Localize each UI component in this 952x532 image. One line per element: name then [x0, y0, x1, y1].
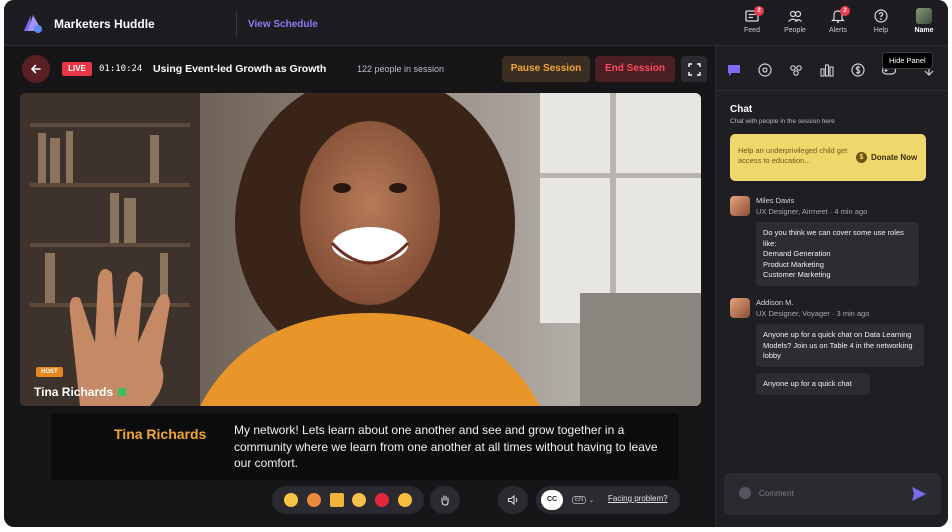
live-badge: LIVE: [62, 62, 92, 76]
dollar-icon: [851, 63, 865, 77]
fullscreen-button[interactable]: [681, 56, 707, 82]
chat-composer[interactable]: Comment: [724, 473, 941, 515]
nav-alerts[interactable]: 2 Alerts: [818, 6, 858, 34]
video-stage[interactable]: HOST Tina Richards: [20, 93, 701, 406]
nav-profile[interactable]: Name: [904, 8, 944, 34]
caption-text: My network! Lets learn about one another…: [234, 423, 658, 470]
back-button[interactable]: [22, 55, 50, 83]
thumbs-up-emoji-icon[interactable]: [352, 493, 367, 507]
app-logo: [24, 15, 42, 33]
pause-session-button[interactable]: Pause Session: [502, 56, 590, 82]
people-group-icon: [790, 65, 802, 76]
session-timer: 01:10:24: [99, 64, 143, 74]
help-icon: [874, 9, 888, 23]
alerts-badge: 2: [840, 6, 850, 16]
nav-alerts-label: Alerts: [829, 27, 847, 34]
tab-polls[interactable]: [819, 62, 837, 78]
nav-help-label: Help: [873, 27, 889, 34]
language-select[interactable]: EN ⌄: [572, 492, 602, 508]
top-bar: Marketers Huddle View Schedule 2 Feed Pe…: [4, 0, 948, 46]
coin-icon: $: [856, 152, 867, 163]
chat-heading: Chat: [730, 104, 753, 115]
nav-help[interactable]: Help: [861, 8, 901, 34]
facing-problem-link[interactable]: Facing problem?: [608, 494, 668, 503]
raise-hand-button[interactable]: [430, 486, 460, 514]
donate-now-button[interactable]: $ Donate Now: [856, 152, 917, 163]
emoji-icon[interactable]: [739, 487, 751, 499]
message-author: Miles Davis: [756, 196, 795, 205]
live-caption-box: Tina Richards My network! Lets learn abo…: [51, 413, 679, 480]
chevron-down-icon: ⌄: [588, 497, 595, 504]
fullscreen-icon: [687, 62, 701, 76]
reaction-bar: [272, 486, 424, 514]
poll-icon: [820, 64, 834, 77]
chat-subheading: Chat with people in the session here: [730, 118, 835, 125]
tab-qna[interactable]: [757, 62, 775, 78]
nav-feed[interactable]: 2 Feed: [732, 6, 772, 34]
host-name: Tina Richards: [34, 385, 114, 399]
trophy-emoji-icon[interactable]: [329, 493, 344, 507]
divider: [236, 12, 237, 36]
message-bubble: Do you think we can cover some use roles…: [756, 222, 919, 286]
chat-icon: [728, 65, 740, 76]
host-name-label: Tina Richards: [34, 385, 127, 399]
comment-input[interactable]: Comment: [759, 489, 794, 498]
caption-speaker: Tina Richards: [114, 426, 207, 442]
message-bubble: Anyone up for a quick chat: [756, 373, 870, 395]
heart-emoji-icon[interactable]: [374, 493, 389, 507]
message-bubble: Anyone up for a quick chat on Data Learn…: [756, 324, 924, 367]
brand-name: Marketers Huddle: [54, 17, 155, 31]
side-panel: Chat Chat with people in the session her…: [715, 46, 948, 527]
arrow-left-icon: [31, 64, 41, 74]
speaker-icon: [507, 494, 518, 506]
host-tag: HOST: [36, 367, 63, 377]
people-icon: [788, 10, 802, 22]
nav-feed-label: Feed: [744, 27, 760, 34]
caption-controls: CC EN ⌄ Facing problem?: [536, 486, 680, 514]
tab-chat[interactable]: [726, 62, 744, 78]
message-meta: UX Designer, Airmeet · 4 min ago: [756, 207, 868, 216]
mic-on-icon: [118, 388, 127, 396]
feed-badge: 2: [754, 6, 764, 16]
avatar: [730, 298, 750, 318]
hide-panel-tooltip: Hide Panel: [882, 52, 933, 69]
hand-icon: [441, 495, 449, 506]
qna-icon: [758, 63, 772, 77]
app-window: Marketers Huddle View Schedule 2 Feed Pe…: [4, 0, 948, 527]
donation-text: Help an underprivileged child get access…: [738, 146, 848, 165]
message-author: Addison M.: [756, 298, 794, 307]
donate-now-label: Donate Now: [871, 153, 918, 162]
party-emoji-icon[interactable]: [306, 493, 321, 507]
tab-donate[interactable]: [850, 62, 868, 78]
session-title: Using Event-led Growth as Growth: [153, 63, 327, 75]
sunglasses-emoji-icon[interactable]: [284, 493, 299, 507]
send-icon[interactable]: [911, 486, 927, 502]
clap-emoji-icon[interactable]: [397, 493, 412, 507]
tab-people[interactable]: [788, 62, 806, 78]
people-count: 122 people in session: [357, 64, 445, 74]
host-video-feed: [20, 93, 701, 406]
nav-profile-label: Name: [914, 27, 934, 34]
end-session-button[interactable]: End Session: [595, 56, 675, 82]
message-meta: UX Designer, Voyager · 3 min ago: [756, 309, 870, 318]
language-value: EN: [572, 496, 587, 504]
closed-caption-button[interactable]: CC: [541, 490, 563, 510]
nav-people[interactable]: People: [775, 8, 815, 34]
donation-banner: Help an underprivileged child get access…: [730, 134, 926, 181]
nav-people-label: People: [784, 27, 806, 34]
avatar: [730, 196, 750, 216]
volume-button[interactable]: [498, 486, 528, 514]
view-schedule-link[interactable]: View Schedule: [248, 19, 318, 30]
avatar: [916, 8, 932, 24]
